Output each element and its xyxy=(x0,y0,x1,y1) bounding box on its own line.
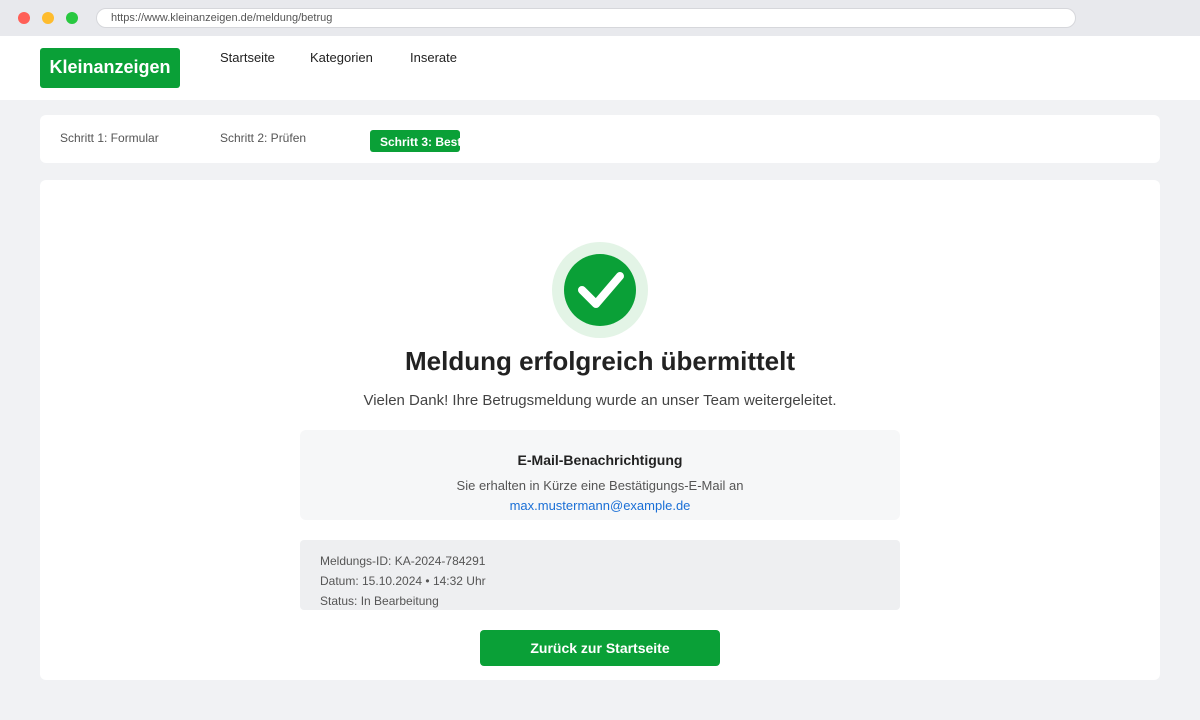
confirmation-card: Meldung erfolgreich übermittelt Vielen D… xyxy=(40,180,1160,680)
window-close-dot[interactable] xyxy=(18,12,30,24)
progress-steps: Schritt 1: Formular Schritt 2: Prüfen Sc… xyxy=(40,115,1160,163)
nav-item-kategorien[interactable]: Kategorien xyxy=(310,50,373,65)
site-logo[interactable]: Kleinanzeigen xyxy=(40,48,180,88)
email-box-title: E-Mail-Benachrichtigung xyxy=(517,452,683,468)
window-minimize-dot[interactable] xyxy=(42,12,54,24)
report-id: Meldungs-ID: KA-2024-784291 xyxy=(320,554,486,568)
step-pruefen: Schritt 2: Prüfen xyxy=(220,131,307,145)
back-to-home-button[interactable]: Zurück zur Startseite xyxy=(480,630,720,666)
email-notification-box: E-Mail-Benachrichtigung Sie erhalten in … xyxy=(300,430,900,520)
check-circle-icon xyxy=(552,242,648,338)
step-bestaetigung-active: Schritt 3: Best xyxy=(370,130,460,152)
step-formular: Schritt 1: Formular xyxy=(60,131,159,145)
nav-item-startseite[interactable]: Startseite xyxy=(220,50,275,65)
page-subtitle: Vielen Dank! Ihre Betrugsmeldung wurde a… xyxy=(363,392,837,409)
email-box-text: Sie erhalten in Kürze eine Bestätigungs-… xyxy=(456,478,744,493)
report-status: Status: In Bearbeitung xyxy=(320,594,439,608)
email-address-link[interactable]: max.mustermann@example.de xyxy=(300,498,900,513)
browser-chrome: https://www.kleinanzeigen.de/meldung/bet… xyxy=(0,0,1200,36)
address-bar[interactable]: https://www.kleinanzeigen.de/meldung/bet… xyxy=(96,8,1076,28)
report-date: Datum: 15.10.2024 • 14:32 Uhr xyxy=(320,574,486,588)
page-title: Meldung erfolgreich übermittelt xyxy=(404,346,796,376)
site-header: Kleinanzeigen Startseite Kategorien Inse… xyxy=(0,36,1200,100)
nav-item-inserate[interactable]: Inserate xyxy=(410,50,457,65)
window-maximize-dot[interactable] xyxy=(66,12,78,24)
report-details-box: Meldungs-ID: KA-2024-784291 Datum: 15.10… xyxy=(300,540,900,610)
